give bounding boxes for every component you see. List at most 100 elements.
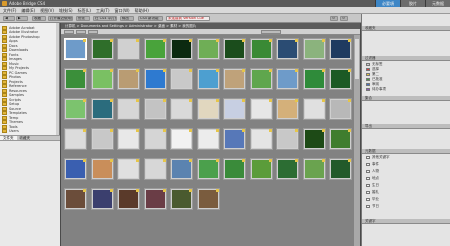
toolbar-btn-2[interactable]: 优化 [76,16,90,21]
thumbnail-item[interactable] [275,67,300,97]
thumbnail-item[interactable] [116,37,141,67]
checkbox-icon[interactable] [366,68,370,71]
thumbnail-item[interactable] [249,67,274,97]
thumbnail-item[interactable] [90,67,115,97]
checkbox-icon[interactable] [366,163,370,166]
toolbar-btn-1[interactable]: 打开最近使用的文件 [48,16,73,21]
thumbnail-item[interactable] [63,157,88,187]
thumbnail-item[interactable] [143,187,168,217]
workspace-tab-1[interactable]: 胶片 [400,0,425,7]
thumbnail-item[interactable] [222,37,247,67]
checkbox-icon[interactable] [366,63,370,66]
thumbnail-item[interactable] [196,37,221,67]
tab-folders[interactable]: 文件夹 [0,136,17,140]
thumbnail-item[interactable] [222,127,247,157]
thumbnail-item[interactable] [143,157,168,187]
thumbnail-item[interactable] [275,127,300,157]
thumbnail-item[interactable] [116,127,141,157]
thumbnail-item[interactable] [249,127,274,157]
version-cue-warning[interactable]: 未连接到 Version Cue [166,16,210,21]
checkbox-icon[interactable] [366,205,370,208]
thumbnail-item[interactable] [169,97,194,127]
thumbnail-item[interactable] [328,127,353,157]
filter-row[interactable]: 毕业 [366,197,379,202]
folder-item[interactable]: Users [2,129,19,134]
thumbnail-item[interactable] [63,127,88,157]
thumbnail-item[interactable] [63,97,88,127]
thumbnail-item[interactable] [196,187,221,217]
thumbnail-item[interactable] [169,127,194,157]
thumbnail-item[interactable] [143,127,168,157]
panel-header[interactable]: 导出 [362,124,450,129]
thumbnail-item[interactable] [116,157,141,187]
checkbox-icon[interactable] [366,198,370,201]
filter-row[interactable]: 其他关键字 [366,155,390,160]
thumbnail-item[interactable] [275,157,300,187]
toolbar-btn-0[interactable]: 收藏 [32,16,46,21]
thumbnail-item[interactable] [302,157,327,187]
thumbnail-item[interactable] [169,67,194,97]
scroll-knob[interactable] [355,39,359,79]
checkbox-icon[interactable] [366,83,370,86]
toolbar-btn-5[interactable]: CS4 新功能 [138,16,163,21]
thumbnail-item[interactable] [196,67,221,97]
checkbox-icon[interactable] [366,184,370,187]
thumbnail-item[interactable] [275,97,300,127]
forward-button[interactable]: ▶ [16,16,28,21]
thumbnail-item[interactable] [116,187,141,217]
filter-row[interactable]: 事件 [366,162,379,167]
thumbnail-item[interactable] [222,97,247,127]
thumbnail-item[interactable] [302,37,327,67]
filter-row[interactable]: 人物 [366,169,379,174]
filter-row[interactable]: 婚礼 [366,190,379,195]
thumbnail-item[interactable] [222,157,247,187]
checkbox-icon[interactable] [366,88,370,91]
thumbnail-item[interactable] [328,67,353,97]
filter-row[interactable]: 地点 [366,176,379,181]
checkbox-icon[interactable] [366,191,370,194]
filter-row[interactable]: 待办事项 [366,87,386,92]
thumbnail-item[interactable] [143,37,168,67]
filter-row[interactable]: 节日 [366,204,379,209]
checkbox-icon[interactable] [366,177,370,180]
thumbnail-item[interactable] [328,157,353,187]
rotate-left-icon[interactable]: ↺ [330,16,338,21]
view-icon[interactable] [88,30,98,34]
panel-header[interactable]: 收藏夹 [362,26,450,31]
thumbnail-item[interactable] [90,37,115,67]
thumbnail-item[interactable] [249,157,274,187]
workspace-tab-0[interactable]: 必要項 [375,0,400,7]
zoom-slider[interactable] [261,30,281,34]
filter-icon[interactable] [76,30,86,34]
panel-header[interactable]: 元数据 [362,149,450,154]
thumbnail-item[interactable] [275,37,300,67]
checkbox-icon[interactable] [366,73,370,76]
checkbox-icon[interactable] [366,170,370,173]
thumbnail-item[interactable] [302,97,327,127]
thumbnail-item[interactable] [302,67,327,97]
thumbnail-item[interactable] [116,67,141,97]
thumbnail-item[interactable] [63,187,88,217]
thumbnail-item[interactable] [169,157,194,187]
thumbnail-item[interactable] [90,157,115,187]
toolbar-btn-4[interactable]: 输出 [120,16,134,21]
thumbnail-item[interactable] [328,97,353,127]
filter-row[interactable]: 生日 [366,183,379,188]
thumbnail-item[interactable] [196,157,221,187]
panel-header[interactable]: 集合 [362,96,450,101]
thumbnail-item[interactable] [196,127,221,157]
thumbnail-item[interactable] [249,97,274,127]
content-scrollbar[interactable] [354,35,360,246]
thumbnail-item[interactable] [222,67,247,97]
folders-scrollbar[interactable] [56,23,59,135]
thumbnail-item[interactable] [328,37,353,67]
thumbnail-item[interactable] [143,97,168,127]
sort-icon[interactable] [64,30,74,34]
thumbnail-item[interactable] [116,97,141,127]
thumbnail-item[interactable] [90,187,115,217]
panel-header[interactable]: 过滤器 [362,56,450,61]
tab-favorites[interactable]: 收藏夹 [17,136,34,140]
checkbox-icon[interactable] [366,156,370,159]
panel-header[interactable]: 关键字 [362,219,450,224]
thumbnail-item[interactable] [249,37,274,67]
